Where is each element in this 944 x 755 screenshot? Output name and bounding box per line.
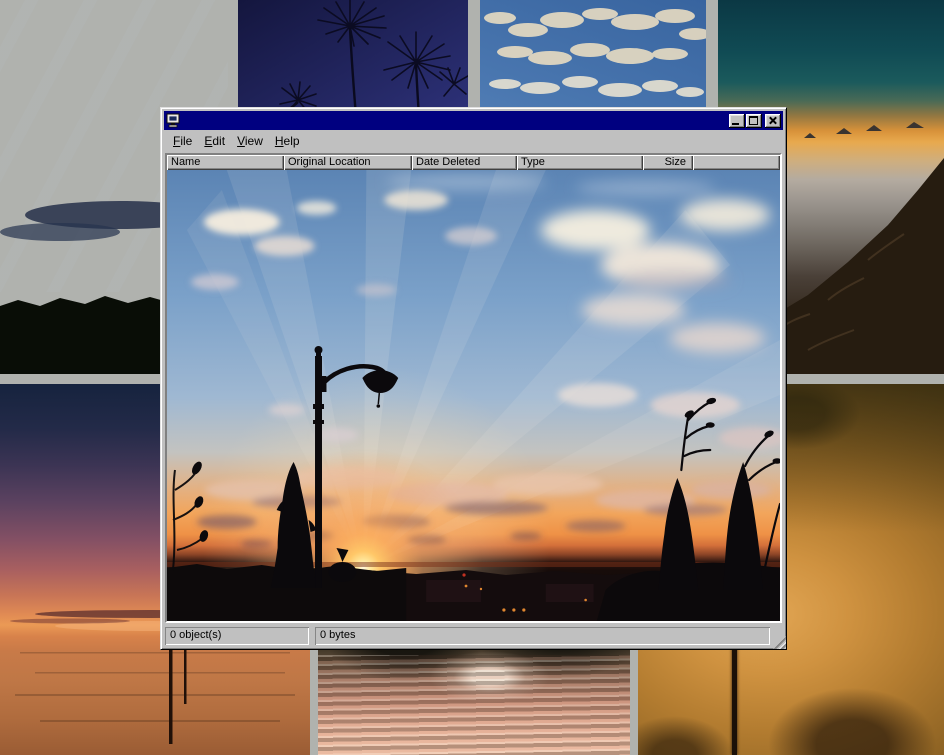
maximize-icon (749, 116, 758, 125)
desktop: File Edit View Help Name Original Locati… (0, 0, 944, 755)
column-header-filler (693, 155, 780, 170)
close-button[interactable] (765, 114, 781, 128)
close-icon (769, 116, 777, 125)
menu-view[interactable]: View (231, 132, 269, 151)
status-bar: 0 object(s) 0 bytes (165, 627, 782, 645)
ripple-pattern (318, 655, 630, 755)
window-controls (728, 114, 781, 128)
menu-file[interactable]: File (167, 132, 198, 151)
recycle-bin-window: File Edit View Help Name Original Locati… (160, 107, 787, 650)
column-header-size[interactable]: Size (643, 155, 693, 170)
folder-background-photo (167, 170, 780, 623)
minimize-icon (732, 123, 739, 125)
maximize-button[interactable] (746, 114, 762, 128)
list-view: Name Original Location Date Deleted Type… (165, 153, 782, 623)
status-objects: 0 object(s) (165, 627, 309, 645)
column-header-original-location[interactable]: Original Location (284, 155, 412, 170)
column-header-date-deleted[interactable]: Date Deleted (412, 155, 517, 170)
column-header-row: Name Original Location Date Deleted Type… (167, 155, 780, 170)
sunset-lamp-photo (167, 170, 780, 623)
status-bytes: 0 bytes (315, 627, 770, 645)
window-titlebar[interactable] (164, 111, 783, 130)
menu-edit[interactable]: Edit (198, 132, 231, 151)
minimize-button[interactable] (729, 114, 745, 128)
menu-help[interactable]: Help (269, 132, 306, 151)
menu-bar: File Edit View Help (165, 131, 782, 152)
column-header-name[interactable]: Name (167, 155, 284, 170)
computer-icon (166, 113, 181, 128)
column-header-type[interactable]: Type (517, 155, 643, 170)
